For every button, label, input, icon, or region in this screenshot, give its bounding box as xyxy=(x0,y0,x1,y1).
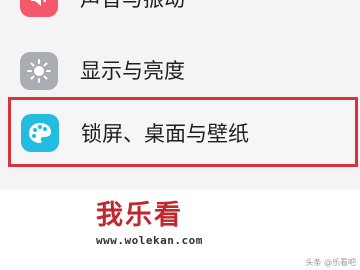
settings-item-label: 显示与亮度 xyxy=(80,59,185,83)
settings-list: 声音与振动 显示与亮度 xyxy=(0,0,360,190)
settings-item-sound-vibration[interactable]: 声音与振动 xyxy=(0,0,360,28)
settings-item-lockscreen-desktop-wallpaper[interactable]: 锁屏、桌面与壁纸 xyxy=(8,97,358,167)
settings-item-display-brightness[interactable]: 显示与亮度 xyxy=(0,41,360,101)
palette-icon xyxy=(21,114,59,152)
speaker-icon xyxy=(20,0,58,17)
credit-watermark: 头条 @乐看吧 xyxy=(305,258,356,267)
settings-item-label: 锁屏、桌面与壁纸 xyxy=(81,122,249,146)
watermark-title: 我乐看 xyxy=(96,200,183,231)
settings-item-label: 声音与振动 xyxy=(80,0,185,10)
sun-brightness-icon xyxy=(20,52,58,90)
watermark-url: www.wolekan.com xyxy=(96,234,203,247)
watermark-logo: 我乐看 www.wolekan.com xyxy=(96,202,236,252)
